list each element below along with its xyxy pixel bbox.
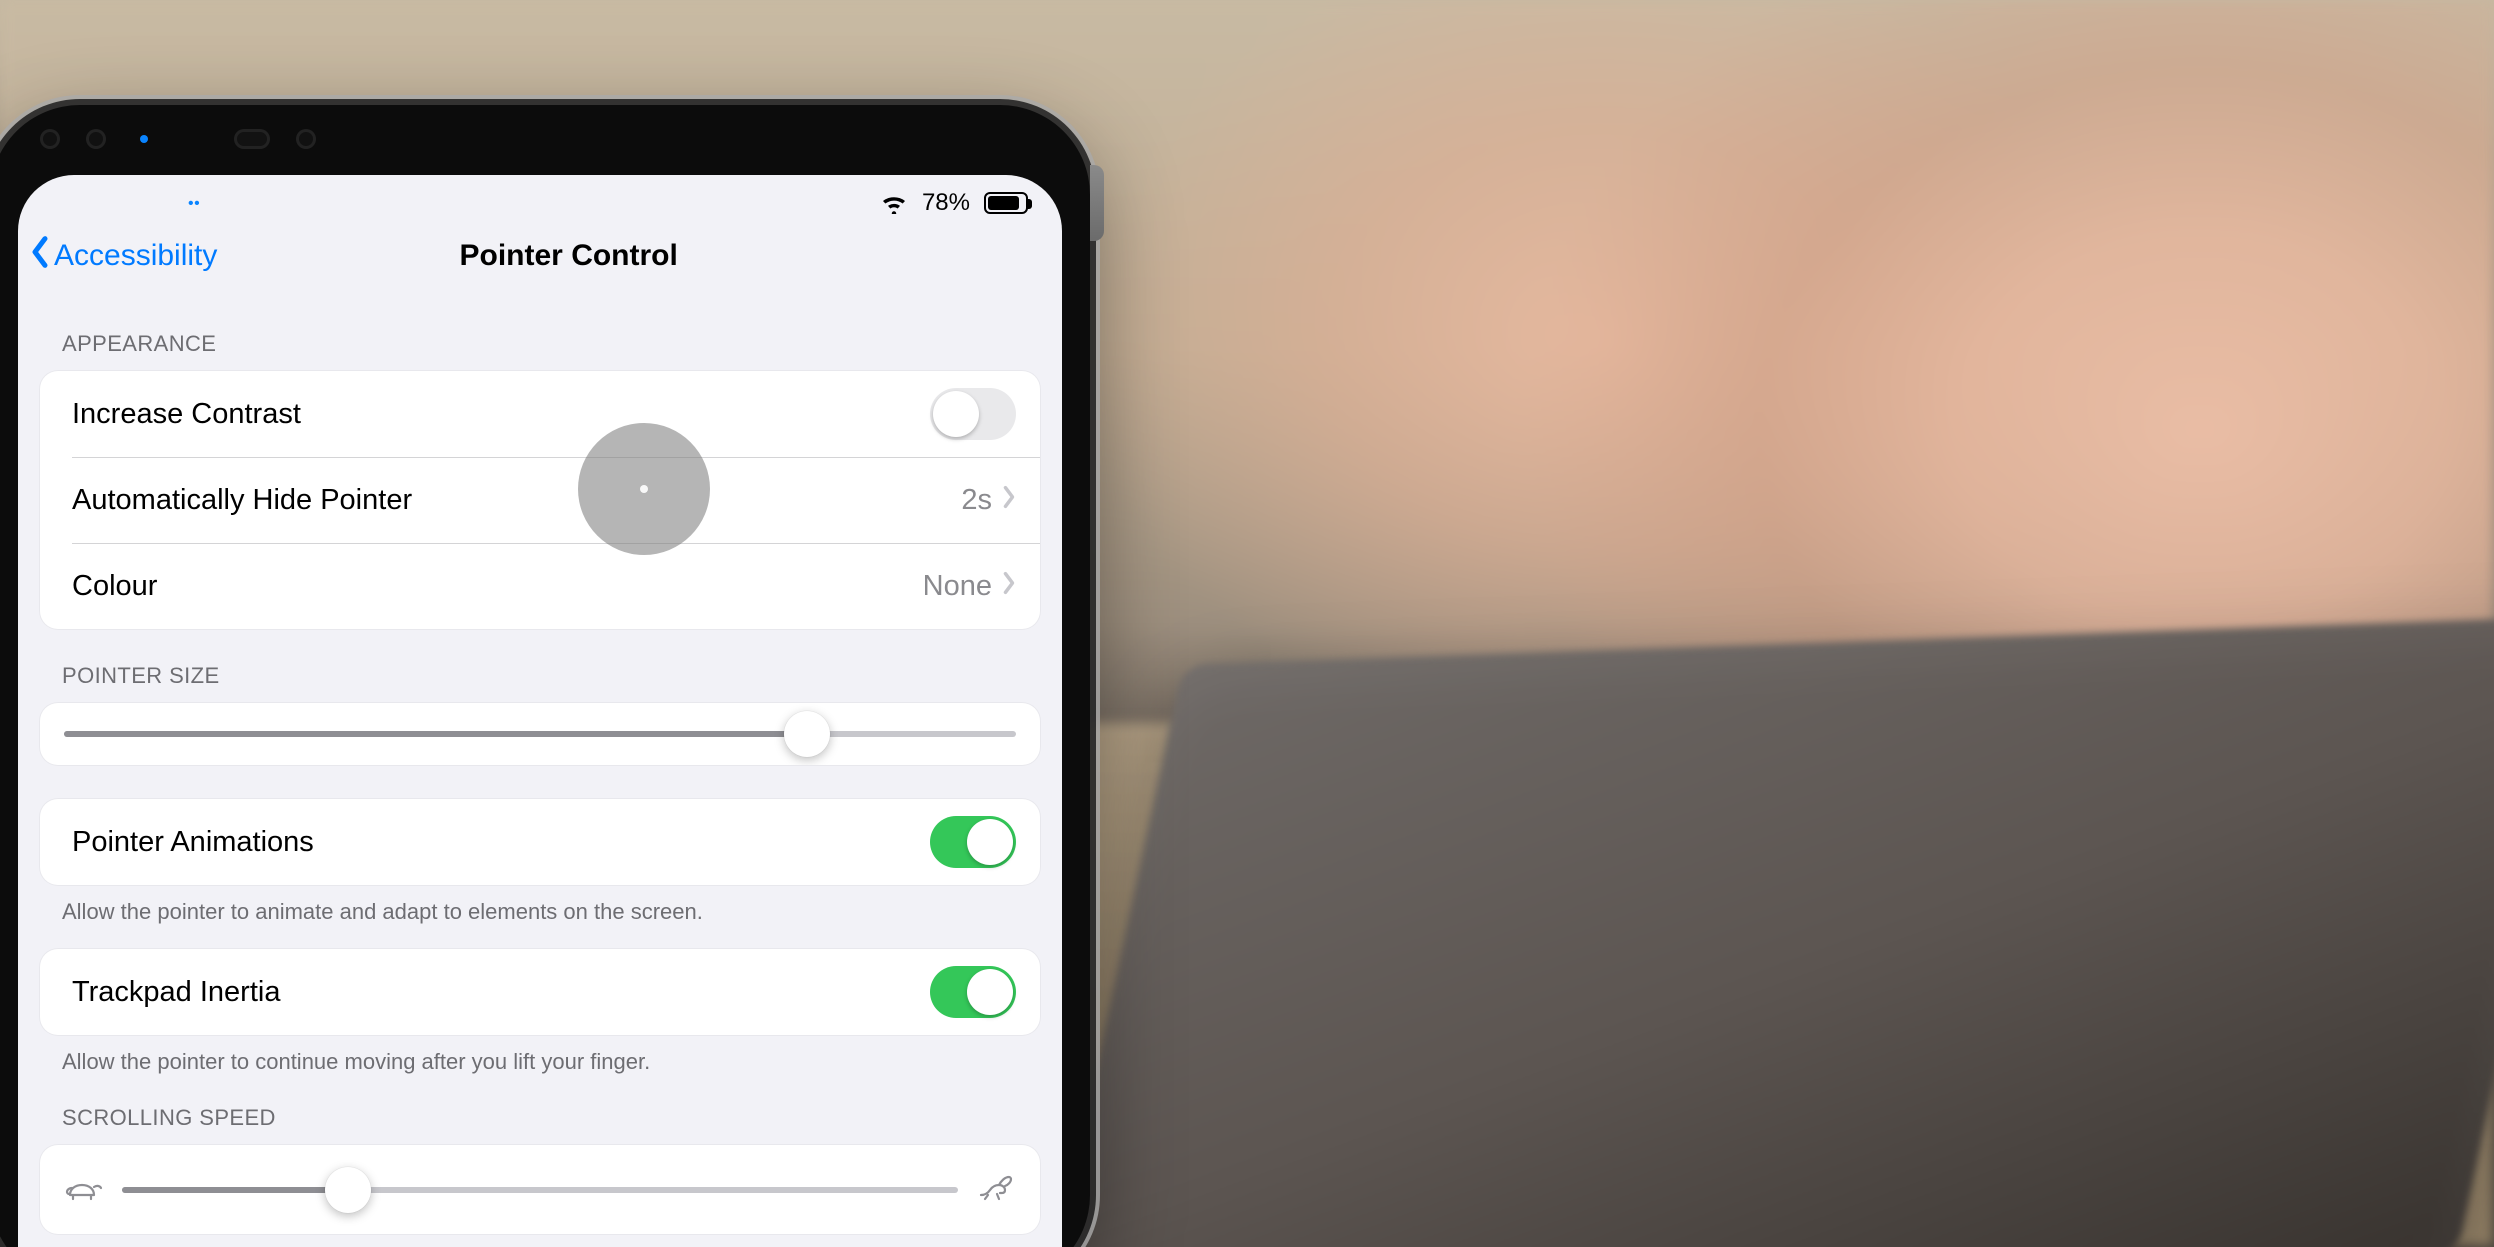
chevron-left-icon xyxy=(30,235,50,277)
toggle-increase-contrast[interactable] xyxy=(930,388,1016,440)
note-pointer-animations: Allow the pointer to animate and adapt t… xyxy=(18,885,1062,931)
ipad-device-frame: •• 78% Accessibility Pointer Cont xyxy=(0,105,1090,1247)
value-colour: None xyxy=(923,570,992,603)
chevron-right-icon xyxy=(1002,570,1016,603)
row-pointer-animations[interactable]: Pointer Animations xyxy=(40,799,1040,885)
group-trackpad-inertia: Trackpad Inertia xyxy=(40,949,1040,1035)
wifi-icon xyxy=(880,193,908,213)
row-auto-hide-pointer[interactable]: Automatically Hide Pointer 2s xyxy=(72,457,1040,543)
pointer-preview xyxy=(578,423,710,555)
label-colour: Colour xyxy=(72,570,923,603)
nav-bar: Accessibility Pointer Control xyxy=(18,231,1062,297)
label-pointer-animations: Pointer Animations xyxy=(72,826,930,859)
slider-pointer-size[interactable] xyxy=(64,731,1016,737)
row-colour[interactable]: Colour None xyxy=(72,543,1040,629)
section-header-scrolling-speed: SCROLLING SPEED xyxy=(18,1081,1062,1145)
battery-percentage: 78% xyxy=(922,189,970,217)
label-auto-hide: Automatically Hide Pointer xyxy=(72,484,961,517)
section-header-pointer-size: POINTER SIZE xyxy=(18,629,1062,703)
status-indicator: •• xyxy=(188,195,200,213)
label-trackpad-inertia: Trackpad Inertia xyxy=(72,976,930,1009)
row-increase-contrast[interactable]: Increase Contrast xyxy=(40,371,1040,457)
trackpad-surface xyxy=(1046,616,2494,1247)
page-title: Pointer Control xyxy=(97,239,1040,273)
status-bar: •• 78% xyxy=(18,175,1062,231)
note-trackpad-inertia: Allow the pointer to continue moving aft… xyxy=(18,1035,1062,1081)
row-trackpad-inertia[interactable]: Trackpad Inertia xyxy=(40,949,1040,1035)
chevron-right-icon xyxy=(1002,484,1016,517)
toggle-trackpad-inertia[interactable] xyxy=(930,966,1016,1018)
group-pointer-animations: Pointer Animations xyxy=(40,799,1040,885)
battery-icon xyxy=(984,192,1028,214)
tortoise-icon xyxy=(64,1173,104,1206)
label-increase-contrast: Increase Contrast xyxy=(72,398,930,431)
group-scrolling-speed xyxy=(40,1145,1040,1234)
recording-indicator-icon xyxy=(140,135,148,143)
camera-cluster xyxy=(40,129,316,149)
slider-scrolling-speed[interactable] xyxy=(122,1187,958,1193)
value-auto-hide: 2s xyxy=(961,484,992,517)
toggle-pointer-animations[interactable] xyxy=(930,816,1016,868)
ipad-screen: •• 78% Accessibility Pointer Cont xyxy=(18,175,1062,1247)
group-appearance: Increase Contrast Automatically Hide Poi… xyxy=(40,371,1040,629)
hare-icon xyxy=(976,1173,1016,1206)
group-pointer-size xyxy=(40,703,1040,765)
section-header-appearance: APPEARANCE xyxy=(18,297,1062,371)
